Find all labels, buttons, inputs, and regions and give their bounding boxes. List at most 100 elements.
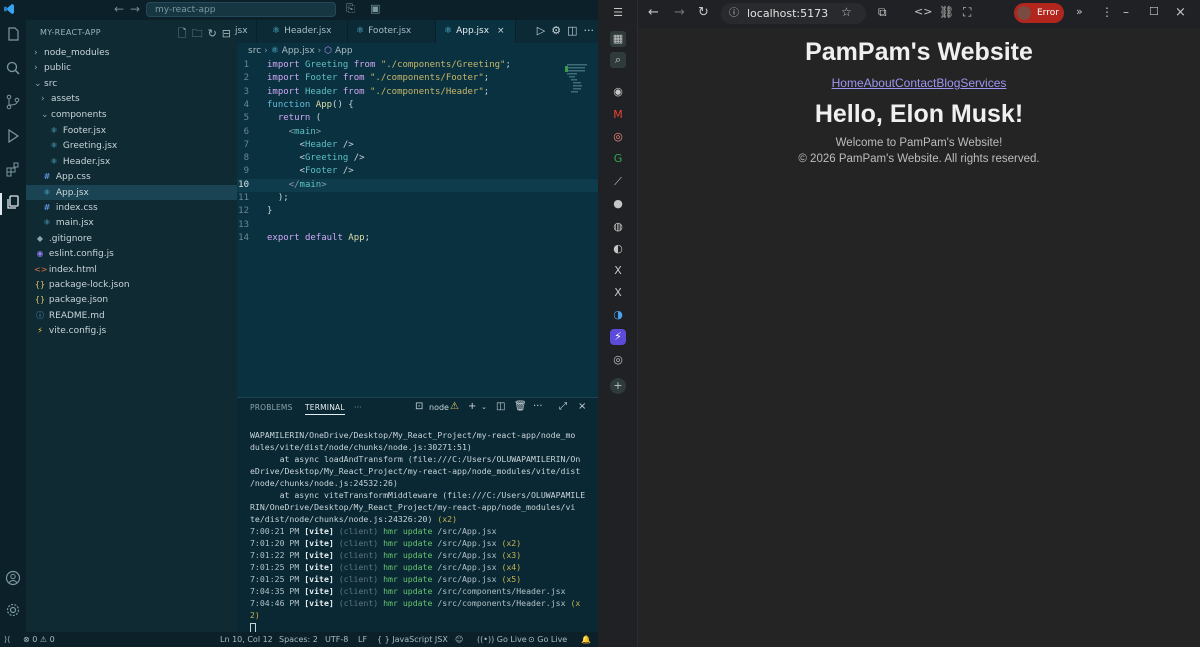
- back-arrow-icon[interactable]: ←: [114, 2, 124, 16]
- maximize-icon[interactable]: ☐: [1149, 5, 1159, 18]
- tree-file[interactable]: ⚛ Header.jsx: [26, 154, 237, 169]
- panel-more-actions-icon[interactable]: ···: [533, 401, 543, 412]
- tree-file[interactable]: <> index.html: [26, 262, 237, 277]
- github-icon[interactable]: ●: [610, 196, 626, 212]
- code-line[interactable]: 6 <main>: [237, 126, 598, 139]
- code-line[interactable]: 7 <Header />: [237, 139, 598, 152]
- nav-link-home[interactable]: Home: [832, 76, 864, 90]
- tree-folder[interactable]: ⌄ components: [26, 108, 237, 123]
- tab-partial[interactable]: jsx: [231, 20, 257, 43]
- code-line[interactable]: 1 import Greeting from "./components/Gree…: [237, 59, 598, 72]
- gmail-icon[interactable]: M: [610, 107, 626, 123]
- tree-file[interactable]: ◆ .gitignore: [26, 231, 237, 246]
- nav-link-contact[interactable]: Contact: [895, 76, 936, 90]
- settings-gear-icon[interactable]: [3, 602, 23, 622]
- sidebar-toggle-icon[interactable]: ☰: [610, 5, 626, 21]
- link-icon[interactable]: ⛓: [939, 5, 954, 19]
- maximize-panel-icon[interactable]: ⤢: [559, 401, 567, 412]
- bolt-app-icon[interactable]: ⚡: [610, 329, 626, 345]
- tree-file[interactable]: ◉ eslint.config.js: [26, 246, 237, 261]
- x-twitter-icon-2[interactable]: X: [610, 285, 626, 301]
- minimap[interactable]: [565, 62, 595, 222]
- tabs-grid-icon[interactable]: ▦: [610, 31, 626, 47]
- app-link-icon[interactable]: ⟋: [610, 174, 626, 190]
- app-round-icon[interactable]: ◍: [610, 219, 626, 235]
- breadcrumb-symbol[interactable]: App: [335, 46, 353, 56]
- tree-file[interactable]: ⓘ README.md: [26, 308, 237, 323]
- tree-folder[interactable]: › public: [26, 61, 237, 76]
- minimize-icon[interactable]: –: [1123, 5, 1129, 19]
- tree-file[interactable]: ⚡ vite.config.js: [26, 323, 237, 338]
- reload-icon[interactable]: ↻: [698, 5, 709, 20]
- chrome-icon[interactable]: ◎: [610, 352, 626, 368]
- code-line[interactable]: 13: [237, 219, 598, 232]
- source-control-icon[interactable]: [3, 94, 23, 114]
- live-share-icon[interactable]: ⚙: [551, 24, 561, 37]
- trash-icon[interactable]: 🗑: [514, 401, 527, 412]
- profile-error-button[interactable]: Error: [1014, 3, 1064, 23]
- code-line[interactable]: 3 import Header from "./components/Header…: [237, 86, 598, 99]
- explorer-files-icon[interactable]: [3, 26, 23, 46]
- split-terminal-icon[interactable]: ◫: [496, 401, 505, 412]
- command-center[interactable]: my-react-app: [146, 2, 336, 17]
- extensions-icon[interactable]: [3, 162, 23, 182]
- code-line[interactable]: 5 return (: [237, 112, 598, 125]
- tree-folder[interactable]: ⌄ src: [26, 77, 237, 92]
- tab-problems[interactable]: PROBLEMS: [250, 403, 293, 412]
- tab-footer[interactable]: ⚛ Footer.jsx: [348, 20, 436, 43]
- go-live-button-2[interactable]: ⊙ Go Live: [528, 632, 567, 647]
- search-tabs-icon[interactable]: ⌕: [610, 52, 626, 68]
- tab-app[interactable]: ⚛ App.jsx ×: [436, 20, 516, 43]
- back-icon[interactable]: ←: [648, 5, 659, 20]
- copy-pages-icon[interactable]: [3, 194, 23, 214]
- nav-link-about[interactable]: About: [864, 76, 895, 90]
- run-debug-icon[interactable]: [3, 128, 23, 148]
- chevron-down-icon[interactable]: ⌄: [481, 403, 487, 411]
- code-line[interactable]: 10 </main>: [237, 178, 598, 192]
- x-twitter-icon[interactable]: X: [610, 263, 626, 279]
- tree-file[interactable]: # index.css: [26, 200, 237, 215]
- globe-icon[interactable]: ◐: [610, 241, 626, 257]
- tree-folder[interactable]: › node_modules: [26, 46, 237, 61]
- code-line[interactable]: 14 export default App;: [237, 232, 598, 245]
- terminal-output[interactable]: WAPAMILERIN/OneDrive/Desktop/My_React_Pr…: [250, 429, 590, 633]
- close-panel-icon[interactable]: ×: [578, 401, 586, 412]
- screenshot-icon[interactable]: ⛶: [963, 5, 971, 20]
- refresh-icon[interactable]: ↻: [208, 27, 217, 40]
- breadcrumb-file[interactable]: App.jsx: [282, 46, 315, 56]
- google-icon[interactable]: G: [610, 151, 626, 167]
- site-info-icon[interactable]: ⓘ: [729, 3, 739, 24]
- language-mode[interactable]: { } JavaScript JSX: [377, 632, 448, 647]
- indentation[interactable]: Spaces: 2: [279, 632, 318, 647]
- encoding[interactable]: UTF-8: [325, 632, 348, 647]
- tab-terminal[interactable]: TERMINAL: [305, 403, 345, 415]
- nav-link-services[interactable]: Services: [960, 76, 1006, 90]
- tree-file[interactable]: ⚛ App.jsx: [26, 184, 237, 200]
- code-line[interactable]: 4 function App() {: [237, 99, 598, 112]
- new-folder-icon[interactable]: 🗀: [192, 27, 203, 40]
- problems-status[interactable]: ⊗ 0 ⚠ 0: [23, 632, 55, 647]
- code-line[interactable]: 8 <Greeting />: [237, 152, 598, 165]
- cursor-position[interactable]: Ln 10, Col 12: [220, 632, 273, 647]
- account-icon[interactable]: [3, 570, 23, 590]
- line-ending[interactable]: LF: [358, 632, 367, 647]
- collapse-all-icon[interactable]: ⊟: [222, 27, 231, 40]
- new-file-icon[interactable]: 🗋: [178, 27, 187, 40]
- tree-file[interactable]: ⚛ Footer.jsx: [26, 123, 237, 138]
- tree-file[interactable]: {} package.json: [26, 292, 237, 307]
- app-red-icon[interactable]: ◎: [610, 129, 626, 145]
- nav-link-blog[interactable]: Blog: [936, 76, 960, 90]
- close-window-icon[interactable]: ×: [1175, 5, 1186, 20]
- run-icon[interactable]: ▷: [537, 24, 545, 37]
- code-line[interactable]: 12}: [237, 205, 598, 218]
- remote-icon[interactable]: ⟩⟨: [4, 632, 10, 647]
- more-actions-icon[interactable]: ···: [584, 24, 595, 37]
- go-live-button-1[interactable]: ((•)) Go Live: [477, 632, 527, 647]
- close-icon[interactable]: ×: [497, 26, 505, 36]
- forward-icon[interactable]: →: [674, 5, 685, 20]
- search-icon[interactable]: [3, 60, 23, 80]
- terminal-name[interactable]: node: [429, 403, 449, 412]
- forward-arrow-icon[interactable]: →: [130, 2, 140, 16]
- split-editor-icon[interactable]: ◫: [567, 24, 577, 37]
- tree-file[interactable]: # App.css: [26, 169, 237, 184]
